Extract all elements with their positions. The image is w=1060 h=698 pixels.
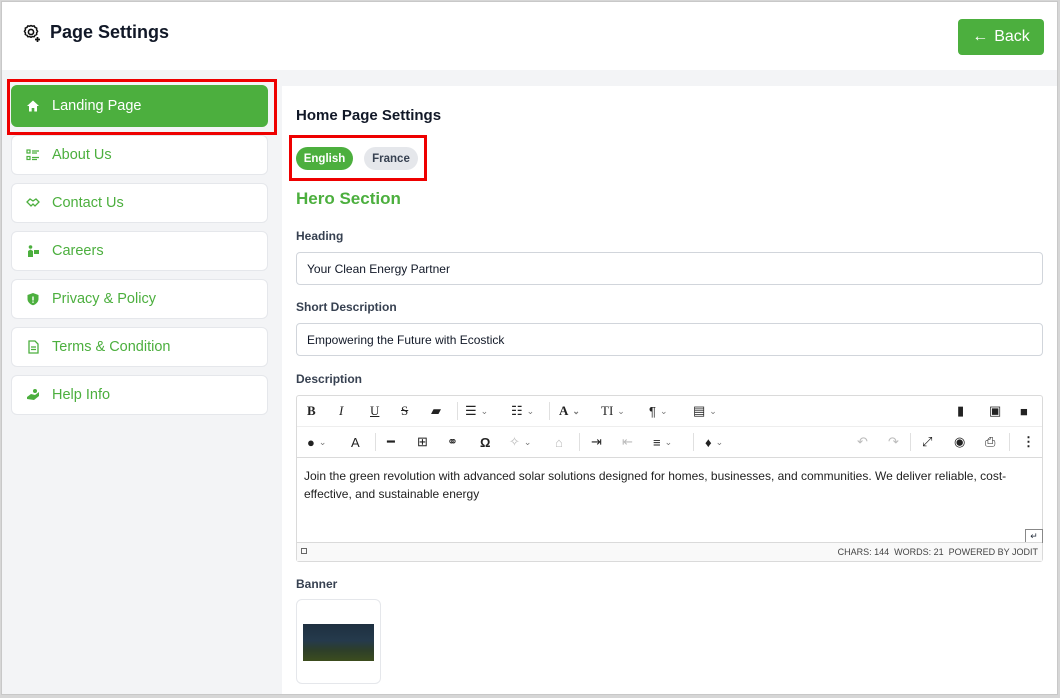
numbered-list-button[interactable]: ☷ ⌄ [511, 401, 534, 421]
sidebar-item-label: Terms & Condition [52, 339, 171, 355]
editor-toolbar-row-1: B I U S ▰ ☰ ⌄ ☷ ⌄ A ⌄ TI ⌄ ¶ ⌄ ▤ ⌄ ▮ ▣ ■ [297, 396, 1042, 427]
indent-icon[interactable]: ⇥ [591, 432, 602, 452]
sidebar: Landing Page About Us Contact Us Careers… [2, 70, 281, 694]
section-title: Home Page Settings [296, 107, 442, 124]
eraser-icon[interactable]: ▰ [431, 401, 441, 421]
briefcase-person-icon [26, 244, 40, 258]
short-description-input[interactable]: Empowering the Future with Ecostick [296, 323, 1043, 356]
print-icon[interactable]: ⎙ [985, 432, 995, 452]
banner-upload[interactable] [296, 599, 381, 684]
underline-button[interactable]: U [370, 401, 379, 421]
bullet-list-button[interactable]: ☰ ⌄ [465, 401, 488, 421]
sidebar-item-contact-us[interactable]: Contact Us [11, 183, 268, 223]
banner-image [303, 624, 374, 661]
main-content: Home Page Settings English France Hero S… [282, 86, 1057, 694]
preview-icon[interactable]: ◉ [954, 432, 965, 452]
symbol-icon[interactable]: Ω [480, 432, 490, 452]
sidebar-item-landing-page[interactable]: Landing Page [11, 85, 268, 127]
hero-section-title: Hero Section [296, 189, 401, 208]
page-title: Page Settings [50, 22, 170, 42]
editor-toolbar-row-2: ●⌄ A ━ ⊞ ⚭ Ω ✧⌄ ⌂ ⇥ ⇤ ≡⌄ ♦⌄ ↶ ↷ ⤢ ◉ [297, 427, 1042, 458]
sidebar-item-label: About Us [52, 147, 112, 163]
help-hand-icon [26, 388, 40, 402]
rich-text-editor: B I U S ▰ ☰ ⌄ ☷ ⌄ A ⌄ TI ⌄ ¶ ⌄ ▤ ⌄ ▮ ▣ ■ ● ⌄ A [296, 395, 1043, 562]
editor-content[interactable]: Join the green revolution with advanced … [304, 467, 1039, 503]
sidebar-item-label: Privacy & Policy [52, 291, 156, 307]
status-toggle-icon[interactable] [301, 548, 307, 554]
editor-status-bar: CHARS: 144 WORDS: 21 POWERED BY JODIT [297, 542, 1042, 561]
microphone-icon[interactable]: ● ⌄ [307, 432, 326, 452]
align-icon[interactable]: ≡ ⌄ [653, 432, 672, 452]
sidebar-item-about-us[interactable]: About Us [11, 135, 268, 175]
file-icon[interactable]: ▮ [957, 401, 964, 421]
sidebar-item-careers[interactable]: Careers [11, 231, 268, 271]
redo-icon[interactable]: ↷ [888, 432, 899, 452]
arrow-left-icon: ← [972, 28, 989, 45]
table-icon[interactable]: ⊞ [417, 432, 428, 452]
spellcheck-icon[interactable]: A [351, 432, 360, 452]
powered-by-link[interactable]: POWERED BY JODIT [949, 547, 1038, 557]
back-button-label: Back [994, 28, 1030, 45]
chars-count: CHARS: 144 [837, 547, 890, 557]
font-size-button[interactable]: TI ⌄ [601, 401, 625, 421]
words-count: WORDS: 21 [894, 547, 944, 557]
short-description-label: Short Description [296, 300, 397, 314]
heading-input[interactable]: Your Clean Energy Partner [296, 252, 1043, 285]
strikethrough-button[interactable]: S [401, 401, 408, 421]
color-icon[interactable]: ♦ ⌄ [705, 432, 723, 452]
language-tab-france[interactable]: France [364, 147, 418, 170]
outdent-icon[interactable]: ⇤ [622, 432, 633, 452]
sidebar-item-label: Contact Us [52, 195, 124, 211]
description-label: Description [296, 372, 363, 386]
link-icon[interactable]: ⚭ [447, 432, 458, 452]
more-options-icon[interactable]: ⋮ [1022, 432, 1035, 452]
handshake-icon [26, 196, 40, 210]
paragraph-icon[interactable]: ¶ ⌄ [649, 401, 668, 421]
page-header: Page Settings ← Back [2, 2, 1057, 70]
home-icon [26, 99, 40, 113]
banner-label: Banner [296, 577, 338, 591]
app-window: Page Settings ← Back Landing Page About … [1, 1, 1058, 695]
gear-icon [23, 24, 40, 42]
heading-label: Heading [296, 229, 344, 243]
horizontal-line-icon[interactable]: ━ [387, 432, 395, 452]
sidebar-item-label: Help Info [52, 387, 111, 403]
sidebar-item-label: Careers [52, 243, 104, 259]
bold-button[interactable]: B [307, 401, 316, 421]
shield-icon [26, 292, 40, 306]
font-button[interactable]: A ⌄ [559, 401, 580, 421]
undo-icon[interactable]: ↶ [857, 432, 868, 452]
editor-resize-handle[interactable]: ↵ [1025, 529, 1043, 543]
magic-wand-icon[interactable]: ✧ ⌄ [509, 432, 531, 452]
list-icon [26, 148, 40, 162]
fullscreen-icon[interactable]: ⤢ [922, 432, 932, 452]
sidebar-item-privacy-policy[interactable]: Privacy & Policy [11, 279, 268, 319]
italic-button[interactable]: I [339, 401, 343, 421]
back-button[interactable]: ← Back [958, 19, 1044, 55]
sidebar-item-terms-condition[interactable]: Terms & Condition [11, 327, 268, 367]
sidebar-item-help-info[interactable]: Help Info [11, 375, 268, 415]
document-icon [26, 340, 40, 354]
sidebar-item-label: Landing Page [52, 98, 142, 114]
paint-format-icon[interactable]: ⌂ [555, 432, 563, 452]
video-icon[interactable]: ■ [1020, 401, 1028, 421]
line-height-icon[interactable]: ▤ ⌄ [693, 401, 717, 421]
language-tab-english[interactable]: English [296, 147, 353, 170]
image-icon[interactable]: ▣ [989, 401, 1001, 421]
